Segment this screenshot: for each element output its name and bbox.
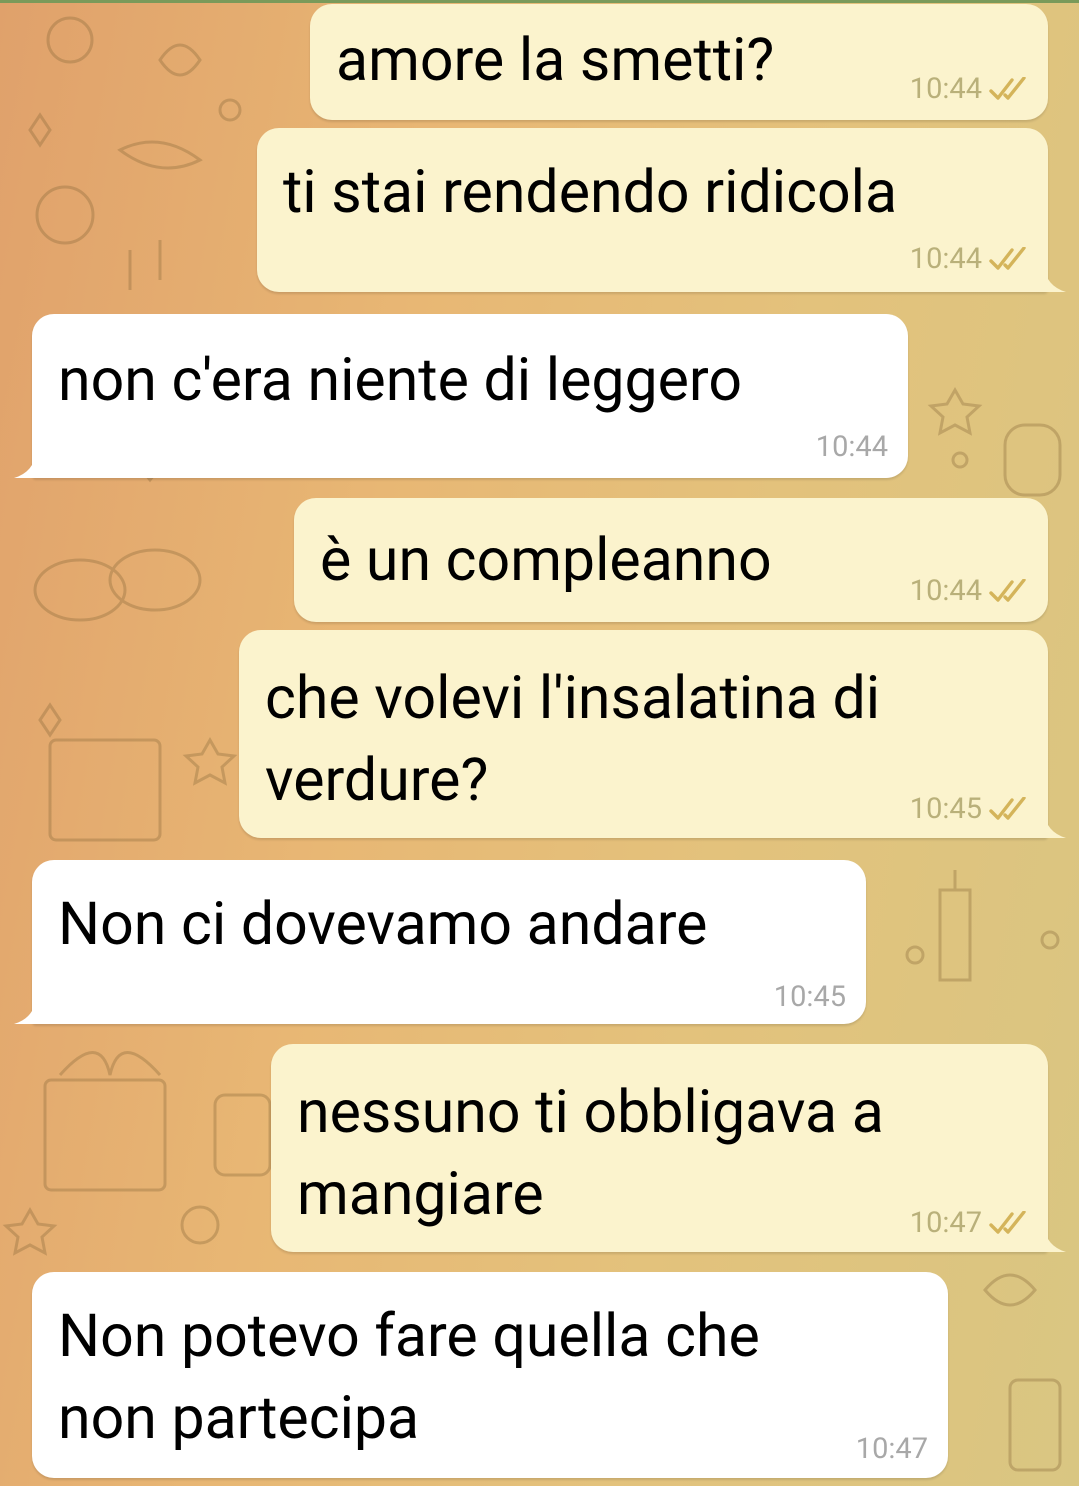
message-text: Non potevo fare quella che [58, 1302, 760, 1371]
message-time: 10:45 [909, 792, 982, 826]
message-text: è un compleanno [320, 526, 772, 595]
message-meta: 10:44 [816, 430, 888, 464]
message-text: Non ci dovevamo andare [58, 890, 708, 959]
message-bubble-incoming[interactable]: Non potevo fare quella che non partecipa… [32, 1272, 948, 1478]
message-time: 10:47 [909, 1206, 982, 1240]
message-meta: 10:47 [910, 1206, 1030, 1240]
message-time: 10:45 [773, 980, 846, 1014]
message-bubble-outgoing[interactable]: ti stai rendendo ridicola 10:44 [257, 128, 1048, 292]
double-check-icon [988, 1211, 1030, 1235]
message-text: nessuno ti obbligava a [297, 1078, 884, 1147]
message-bubble-incoming[interactable]: non c'era niente di leggero 10:44 [32, 314, 908, 478]
message-text: non c'era niente di leggero [58, 346, 743, 415]
message-time: 10:44 [909, 574, 982, 608]
message-bubble-incoming[interactable]: Non ci dovevamo andare 10:45 [32, 860, 866, 1024]
message-bubble-outgoing[interactable]: che volevi l'insalatina di verdure? 10:4… [239, 630, 1048, 838]
message-meta: 10:44 [910, 242, 1030, 276]
top-divider [0, 0, 1079, 3]
double-check-icon [988, 77, 1030, 101]
message-text: verdure? [265, 746, 489, 815]
message-text: amore la smetti? [336, 26, 775, 95]
bubble-tail [14, 998, 36, 1024]
message-meta: 10:47 [856, 1432, 928, 1466]
double-check-icon [988, 579, 1030, 603]
message-text: ti stai rendendo ridicola [283, 158, 898, 227]
bubble-tail [14, 452, 36, 478]
message-time: 10:44 [815, 430, 888, 464]
bubble-tail [1044, 1226, 1066, 1252]
message-bubble-outgoing[interactable]: amore la smetti? 10:44 [310, 4, 1048, 120]
message-bubble-outgoing[interactable]: è un compleanno 10:44 [294, 498, 1048, 622]
bubble-tail [1044, 266, 1066, 292]
message-text: che volevi l'insalatina di [265, 664, 881, 733]
message-time: 10:44 [909, 72, 982, 106]
message-meta: 10:45 [774, 980, 846, 1014]
message-text: mangiare [297, 1160, 544, 1229]
message-text: non partecipa [58, 1384, 420, 1453]
double-check-icon [988, 797, 1030, 821]
message-time: 10:47 [855, 1432, 928, 1466]
double-check-icon [988, 247, 1030, 271]
message-bubble-outgoing[interactable]: nessuno ti obbligava a mangiare 10:47 [271, 1044, 1048, 1252]
bubble-tail [1044, 812, 1066, 838]
message-time: 10:44 [909, 242, 982, 276]
message-meta: 10:45 [910, 792, 1030, 826]
message-meta: 10:44 [910, 574, 1030, 608]
message-meta: 10:44 [910, 72, 1030, 106]
